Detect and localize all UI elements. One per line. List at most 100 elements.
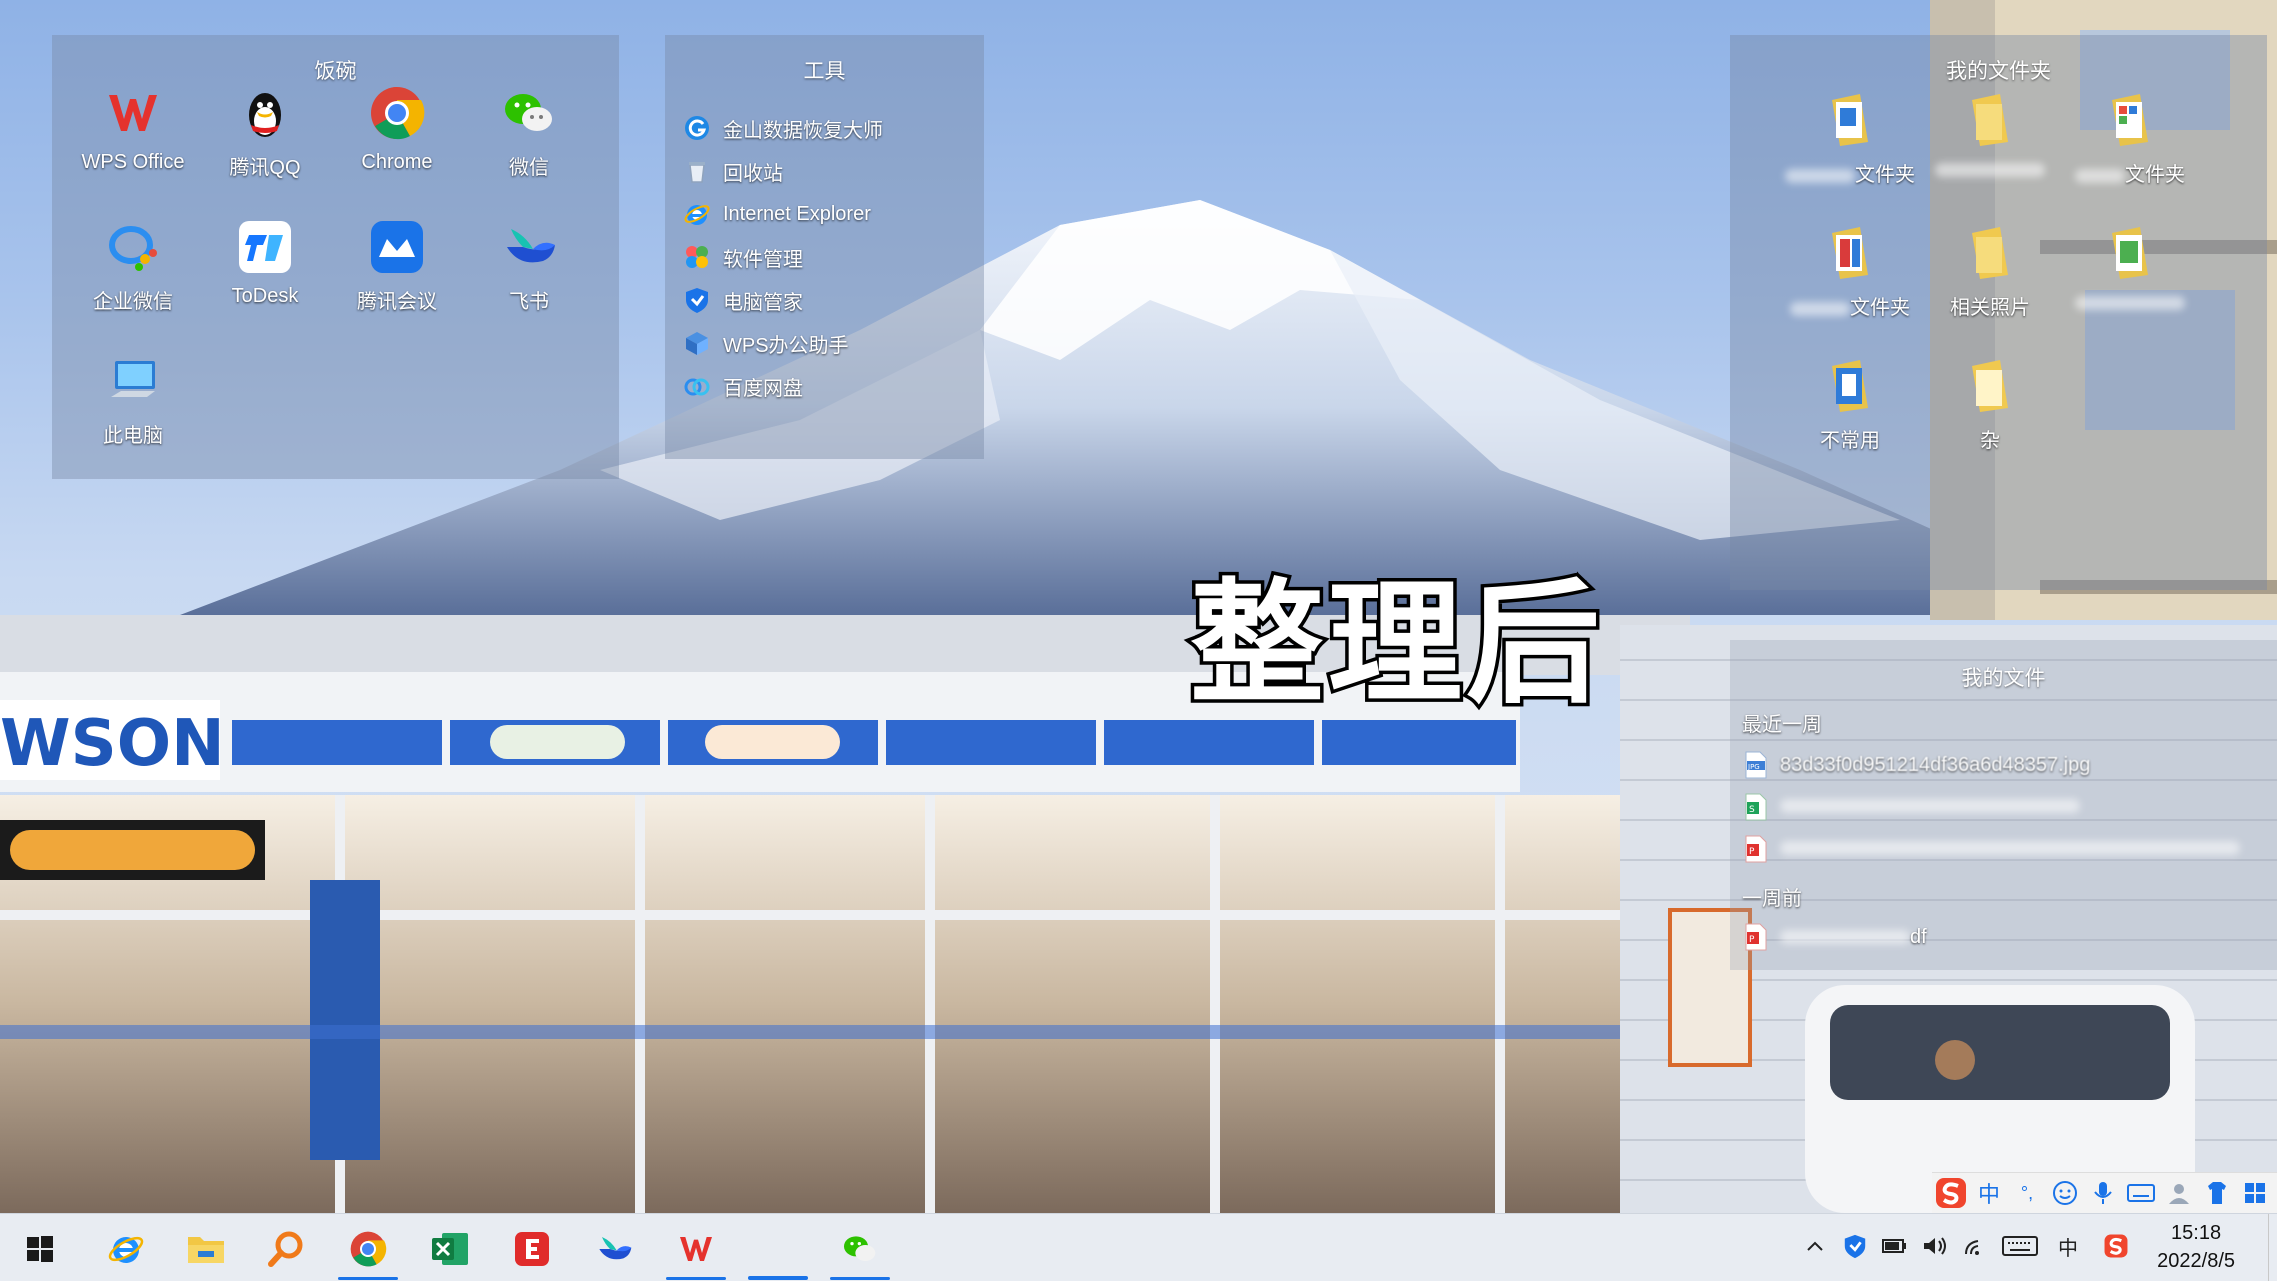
wps-assistant-icon (686, 332, 708, 355)
taskbar-file-explorer[interactable] (172, 1220, 240, 1278)
search-icon (268, 1231, 303, 1267)
folder-item[interactable]: 不常用 (1780, 356, 1920, 476)
show-desktop-button[interactable] (2268, 1214, 2277, 1281)
show-hidden-icons-button[interactable] (1797, 1228, 1833, 1264)
keyboard-icon[interactable] (2122, 1174, 2160, 1212)
file-name: df (1780, 926, 1927, 949)
emoji-icon[interactable] (2046, 1174, 2084, 1212)
recent-file[interactable]: P df (1744, 920, 1927, 954)
skin-icon[interactable] (2198, 1174, 2236, 1212)
mic-icon[interactable] (2084, 1174, 2122, 1212)
tool-item[interactable]: 电脑管家 (683, 280, 803, 320)
ime-mode-toggle[interactable]: 中 (1970, 1174, 2008, 1212)
app-this-pc[interactable]: 此电脑 (73, 351, 193, 471)
tray-battery[interactable] (1877, 1228, 1913, 1264)
folder-red-icon (1826, 223, 1874, 281)
app-label: Chrome (361, 151, 433, 173)
app-todesk[interactable]: ToDesk (205, 217, 325, 337)
fence-my-files-title: 我的文件 (1961, 667, 2046, 690)
baidu-netdisk-icon (684, 378, 710, 396)
tray-input-language[interactable]: 中 (2050, 1228, 2086, 1264)
app-label: 企业微信 (93, 291, 173, 313)
taskbar-wps[interactable] (662, 1220, 730, 1280)
taskbar-ie[interactable] (92, 1220, 160, 1278)
taskbar-everything[interactable] (498, 1220, 566, 1278)
app-chrome[interactable]: Chrome (337, 83, 457, 203)
tray-network[interactable] (1958, 1228, 1994, 1264)
app-feishu[interactable]: 飞书 (469, 217, 589, 337)
app-qq[interactable]: 腾讯QQ (205, 83, 325, 203)
start-button[interactable] (6, 1220, 74, 1278)
taskbar-wechat[interactable] (826, 1220, 894, 1280)
taskbar-clock[interactable]: 15:18 2022/8/5 (2157, 1219, 2235, 1275)
app-label: ToDesk (231, 285, 299, 307)
pc-manager-icon (1844, 1234, 1866, 1259)
taskbar-excel[interactable] (416, 1220, 484, 1278)
tool-label: 电脑管家 (723, 291, 803, 314)
pc-manager-icon (686, 288, 708, 313)
ime-punct-toggle[interactable]: °, (2008, 1174, 2046, 1212)
clock-date: 2022/8/5 (2157, 1250, 2235, 1272)
jpg-file-icon: JPG (1745, 751, 1767, 779)
tool-item[interactable]: 金山数据恢复大师 (683, 108, 883, 148)
wecom-icon (103, 217, 163, 277)
tool-item[interactable]: Internet Explorer (683, 194, 871, 234)
tray-volume[interactable] (1917, 1228, 1953, 1264)
folder-item[interactable]: 相关照片 (1920, 223, 2060, 343)
this-pc-icon (103, 351, 163, 411)
qq-icon (235, 83, 295, 143)
folder-green-icon (2106, 223, 2154, 281)
tool-item[interactable]: 软件管理 (683, 237, 803, 277)
folder-item[interactable]: 杂 (1920, 356, 2060, 476)
taskbar-chrome[interactable] (334, 1220, 402, 1280)
sogou-logo-icon[interactable] (1932, 1174, 1970, 1212)
tencent-meeting-icon (367, 217, 427, 277)
feishu-icon (599, 1237, 632, 1260)
wps-icon (680, 1237, 712, 1261)
running-indicator (748, 1276, 808, 1280)
ie-icon (684, 205, 710, 225)
tray-touch-keyboard[interactable] (1998, 1228, 2042, 1264)
app-wechat[interactable]: 微信 (469, 83, 589, 203)
tool-item[interactable]: 百度网盘 (683, 366, 803, 406)
software-manager-icon (686, 246, 708, 268)
app-tencent-meeting[interactable]: 腾讯会议 (337, 217, 457, 337)
volume-icon (1924, 1237, 1946, 1255)
app-wps-office[interactable]: WPS Office (73, 83, 193, 203)
folder-item[interactable] (1920, 90, 2060, 210)
folder-item[interactable] (2060, 223, 2200, 343)
windows-logo-icon (27, 1236, 53, 1262)
tray-sogou[interactable] (2098, 1228, 2134, 1264)
everything-icon (515, 1232, 549, 1266)
folder-item[interactable]: 文件夹 (1780, 223, 1920, 343)
tool-label: 软件管理 (723, 248, 803, 271)
folder-plain-icon (1966, 356, 2014, 414)
recent-file[interactable]: S (1744, 790, 2080, 824)
recent-file[interactable]: JPG 83d33f0d951214df36a6d48357.jpg (1744, 748, 2090, 782)
app-wecom[interactable]: 企业微信 (73, 217, 193, 337)
toolbox-icon[interactable] (2236, 1174, 2274, 1212)
sheet-file-icon: S (1745, 793, 1767, 821)
file-name (1780, 796, 2080, 819)
taskbar-feishu[interactable] (580, 1220, 648, 1278)
folder-icon (1966, 90, 2014, 148)
taskbar-active-window[interactable] (744, 1220, 812, 1280)
tool-item[interactable]: 回收站 (683, 151, 783, 191)
chevron-up-icon (1807, 1241, 1823, 1251)
tray-pc-manager[interactable] (1837, 1228, 1873, 1264)
fence-tools: 工具 金山数据恢复大师 回收站 Internet Explorer 软件管理 电… (665, 35, 984, 459)
taskbar-search[interactable] (252, 1220, 320, 1278)
taskbar: 中 15:18 2022/8/5 (0, 1213, 2277, 1281)
recent-file[interactable]: P (1744, 832, 2240, 866)
pdf-file-icon: P (1745, 923, 1767, 951)
fence-tools-title: 工具 (803, 60, 846, 83)
tool-label: 回收站 (723, 162, 783, 185)
user-icon[interactable] (2160, 1174, 2198, 1212)
folder-label: 不常用 (1820, 430, 1880, 452)
folder-item[interactable]: 文件夹 (2060, 90, 2200, 210)
folder-label: 杂 (1980, 430, 2000, 452)
folder-item[interactable]: 文件夹 (1780, 90, 1920, 210)
group-heading: 一周前 (1742, 888, 1802, 910)
tool-item[interactable]: WPS办公助手 (683, 323, 849, 363)
folder-blue-icon (1826, 356, 1874, 414)
